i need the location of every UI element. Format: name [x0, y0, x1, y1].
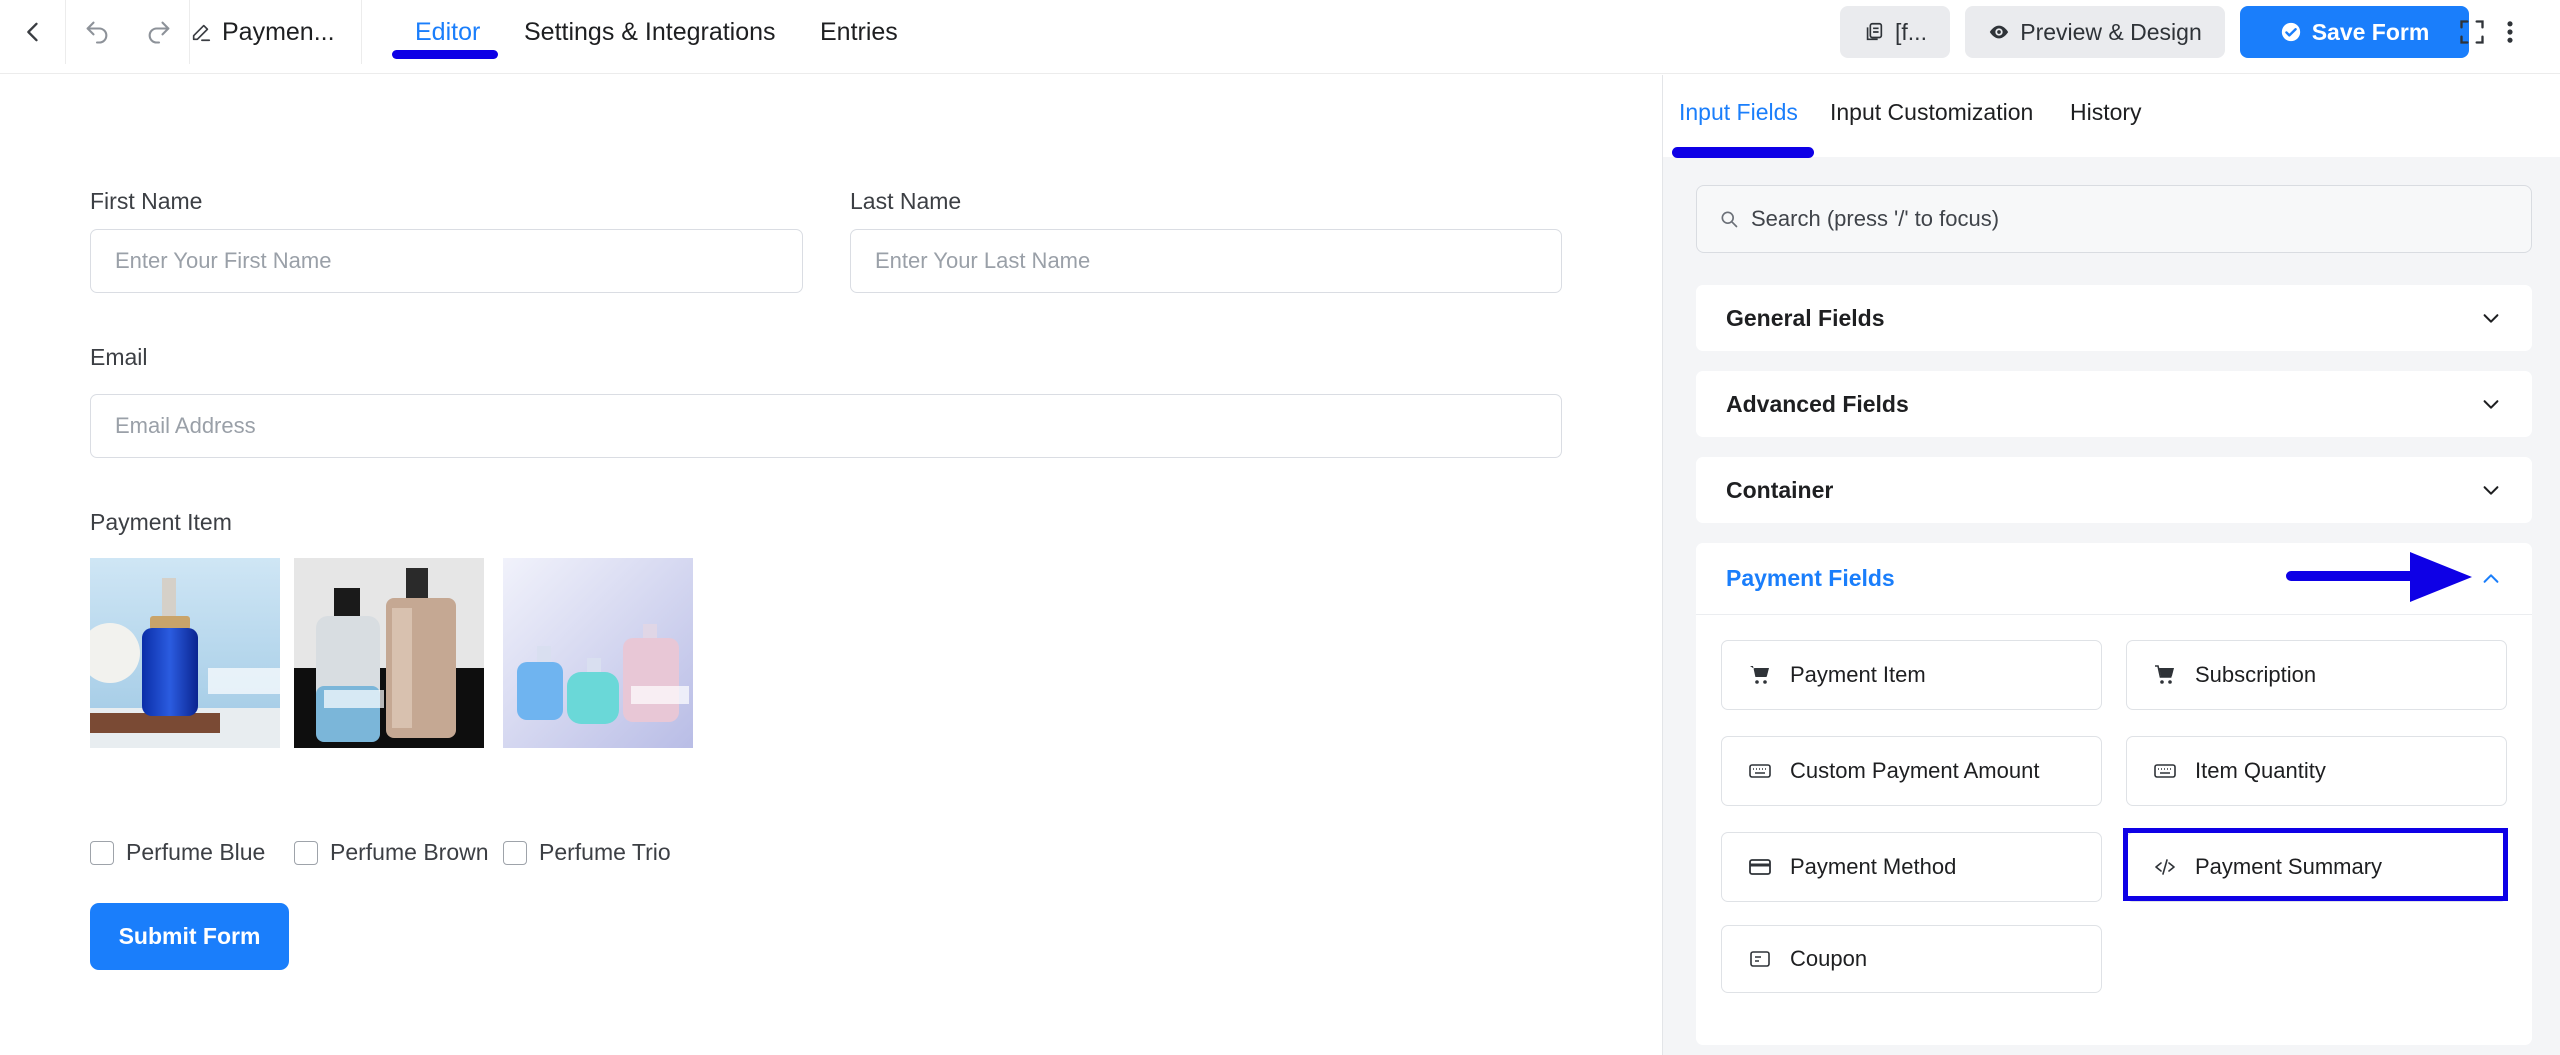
section-general-fields[interactable]: General Fields	[1696, 285, 2532, 351]
field-custom-payment-amount[interactable]: Custom Payment Amount	[1721, 736, 2102, 806]
submit-form-button[interactable]: Submit Form	[90, 903, 289, 970]
payment-item-label: Payment Item	[90, 509, 232, 535]
tab-editor-indicator	[392, 50, 498, 59]
payment-summary-highlight	[2123, 828, 2508, 901]
section-container[interactable]: Container	[1696, 457, 2532, 523]
submit-form-label: Submit Form	[118, 923, 261, 949]
tab-input-fields[interactable]: Input Fields	[1679, 75, 1798, 149]
perfume-brown-checkbox[interactable]	[294, 840, 318, 865]
field-payment-item-label: Payment Item	[1790, 662, 1926, 687]
field-payment-method-label: Payment Method	[1790, 854, 1957, 879]
preview-design-label: Preview & Design	[2020, 18, 2202, 45]
undo-button[interactable]	[66, 0, 128, 64]
tab-history[interactable]: History	[2070, 75, 2142, 149]
perfume-brown-label: Perfume Brown	[330, 839, 489, 865]
cart-icon	[1750, 666, 1769, 684]
save-form-label: Save Form	[2311, 18, 2430, 45]
copy-icon	[1866, 22, 1883, 41]
field-item-quantity-label: Item Quantity	[2195, 758, 2326, 783]
field-subscription[interactable]: Subscription	[2126, 640, 2507, 710]
tab-input-customization[interactable]: Input Customization	[1830, 75, 2033, 149]
first-name-placeholder: Enter Your First Name	[115, 248, 332, 273]
perfume-brown-image[interactable]	[294, 558, 484, 748]
payment-fields-label: Payment Fields	[1726, 565, 1895, 591]
save-form-button[interactable]: Save Form	[2240, 6, 2469, 58]
tab-entries[interactable]: Entries	[820, 0, 898, 64]
fullscreen-icon	[2460, 20, 2484, 44]
perfume-trio-image[interactable]	[503, 558, 693, 748]
eye-icon	[1990, 25, 2009, 39]
field-coupon[interactable]: Coupon	[1721, 925, 2102, 993]
undo-icon	[86, 21, 108, 44]
perfume-blue-checkbox[interactable]	[90, 840, 114, 865]
tab-history-label: History	[2070, 98, 2142, 125]
first-name-label: First Name	[90, 188, 203, 214]
chevron-down-icon	[2483, 486, 2499, 495]
top-toolbar: Paymen... Editor Settings & Integrations…	[0, 0, 2560, 74]
last-name-placeholder: Enter Your Last Name	[875, 248, 1091, 273]
chevron-down-icon	[2483, 314, 2499, 323]
form-editor-canvas: First Name Enter Your First Name Last Na…	[0, 75, 1662, 1055]
perfume-blue-image[interactable]	[90, 558, 280, 748]
tab-settings-integrations[interactable]: Settings & Integrations	[524, 0, 776, 64]
perfume-trio-label: Perfume Trio	[539, 839, 671, 865]
perfume-trio-checkbox[interactable]	[503, 840, 527, 865]
coupon-icon	[1750, 951, 1770, 967]
chevron-down-icon	[2483, 400, 2499, 409]
form-title[interactable]: Paymen...	[190, 0, 362, 64]
credit-card-icon	[1749, 859, 1771, 875]
advanced-fields-label: Advanced Fields	[1726, 390, 1909, 417]
last-name-input[interactable]: Enter Your Last Name	[850, 229, 1562, 293]
edit-icon	[192, 24, 211, 42]
tab-input-fields-label: Input Fields	[1679, 98, 1798, 125]
option-perfume-blue[interactable]: Perfume Blue	[90, 839, 265, 866]
container-label: Container	[1726, 476, 1834, 503]
tab-entries-label: Entries	[820, 17, 898, 46]
general-fields-label: General Fields	[1726, 304, 1885, 331]
arrow-pointer-icon	[2286, 552, 2472, 602]
field-payment-item[interactable]: Payment Item	[1721, 640, 2102, 710]
preview-design-button[interactable]: Preview & Design	[1965, 6, 2225, 58]
tab-settings-label: Settings & Integrations	[524, 17, 776, 46]
first-name-input[interactable]: Enter Your First Name	[90, 229, 803, 293]
tab-editor-label: Editor	[415, 17, 481, 46]
last-name-label: Last Name	[850, 188, 962, 214]
field-payment-method[interactable]: Payment Method	[1721, 832, 2102, 902]
keyboard-icon	[1749, 764, 1771, 778]
section-advanced-fields[interactable]: Advanced Fields	[1696, 371, 2532, 437]
more-options-button[interactable]	[2495, 0, 2525, 64]
perfume-blue-label: Perfume Blue	[126, 839, 266, 865]
email-label: Email	[90, 344, 148, 370]
tab-input-fields-indicator	[1672, 147, 1814, 158]
form-title-text: Paymen...	[222, 17, 335, 46]
shortcode-label: [f...	[1895, 18, 1927, 45]
chevron-up-icon	[2483, 573, 2499, 583]
email-placeholder: Email Address	[115, 413, 256, 438]
cart-icon	[2155, 665, 2174, 684]
field-custom-payment-amount-label: Custom Payment Amount	[1790, 758, 2040, 783]
check-circle-icon	[2281, 22, 2300, 42]
back-icon	[26, 22, 38, 42]
panel-tabs: Input Fields Input Customization History	[1663, 75, 2560, 158]
tab-input-customization-label: Input Customization	[1830, 98, 2034, 125]
redo-icon	[148, 21, 169, 44]
search-icon	[1721, 211, 1738, 228]
more-vertical-icon	[2507, 21, 2513, 43]
search-placeholder: Search (press '/' to focus)	[1751, 206, 2000, 231]
option-perfume-trio[interactable]: Perfume Trio	[503, 839, 671, 866]
option-perfume-brown[interactable]: Perfume Brown	[294, 839, 489, 866]
keyboard-icon	[2154, 764, 2176, 778]
shortcode-button[interactable]: [f...	[1840, 6, 1950, 58]
field-coupon-label: Coupon	[1790, 946, 1868, 971]
redo-button[interactable]	[128, 0, 190, 64]
back-button[interactable]	[0, 0, 66, 64]
field-search-input[interactable]: Search (press '/' to focus)	[1696, 185, 2532, 253]
email-input[interactable]: Email Address	[90, 394, 1562, 458]
field-item-quantity[interactable]: Item Quantity	[2126, 736, 2507, 806]
field-subscription-label: Subscription	[2195, 662, 2317, 687]
